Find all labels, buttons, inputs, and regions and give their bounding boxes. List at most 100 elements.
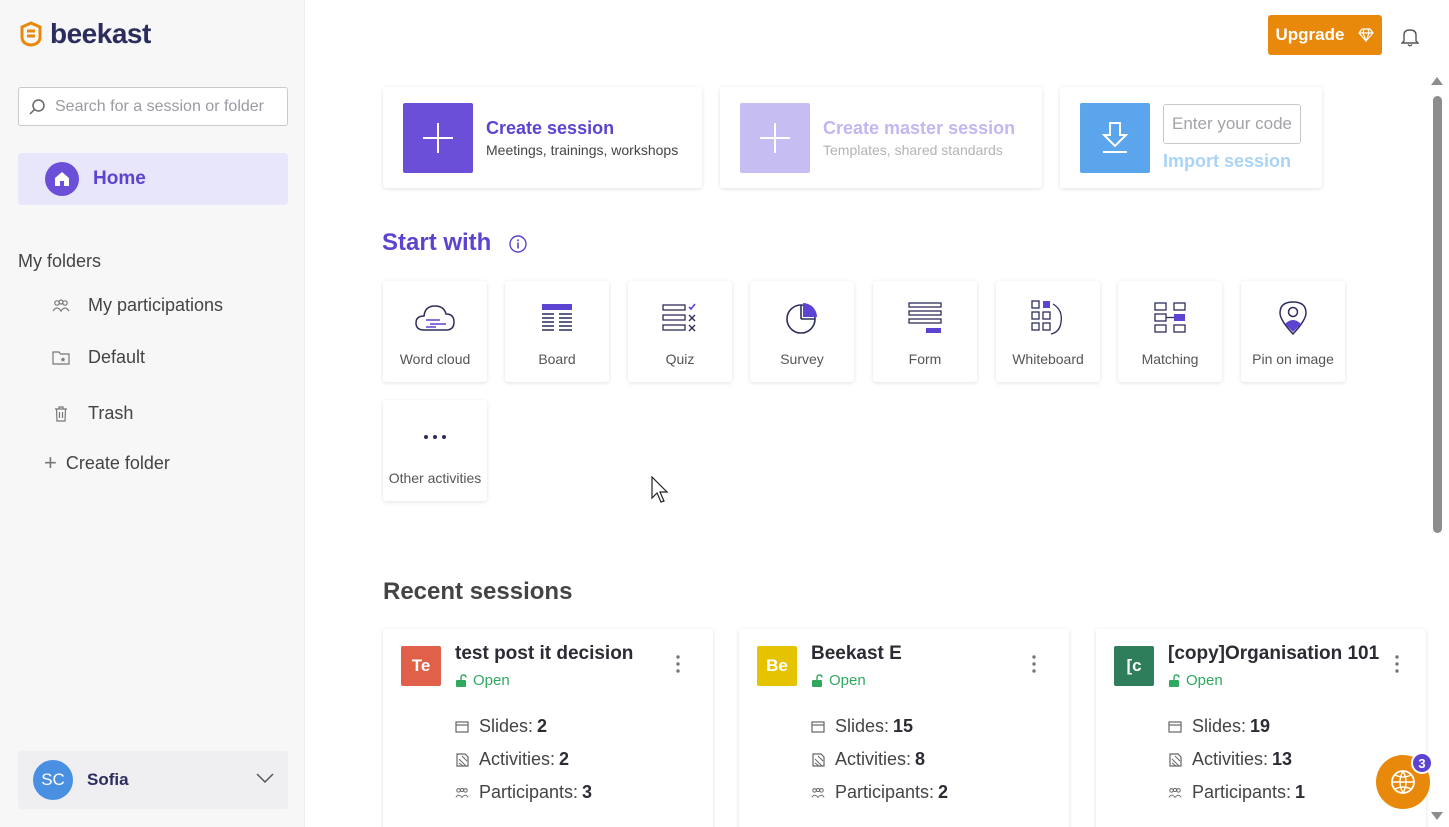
folder-default[interactable]: Default xyxy=(52,347,145,368)
activities-count: 2 xyxy=(559,749,570,769)
beekast-logo[interactable]: beekast xyxy=(18,18,151,50)
folder-label: Trash xyxy=(88,403,134,423)
brand-name: beekast xyxy=(50,18,151,49)
session-search[interactable] xyxy=(18,87,288,126)
slides-icon xyxy=(455,720,469,733)
activity-label: Board xyxy=(538,351,576,367)
session-slides: Slides: 19 xyxy=(1168,716,1270,737)
session-card[interactable]: [c [copy]Organisation 101 Open Slides: 19… xyxy=(1096,629,1426,827)
unlock-icon xyxy=(1169,673,1180,687)
session-activities: Activities: 2 xyxy=(455,749,569,770)
session-status: Open xyxy=(1186,672,1223,689)
my-folders-title: My folders xyxy=(18,251,102,271)
activity-whiteboard[interactable]: Whiteboard xyxy=(996,281,1100,382)
plus-icon xyxy=(740,102,810,173)
word-cloud-icon xyxy=(414,300,456,336)
help-globe-icon xyxy=(1391,770,1415,794)
activities-count: 13 xyxy=(1272,749,1293,769)
session-badge: Te xyxy=(401,646,441,686)
activity-matching[interactable]: Matching xyxy=(1118,281,1222,382)
survey-pie-icon xyxy=(785,300,819,336)
slides-icon xyxy=(1168,720,1182,733)
session-slides: Slides: 15 xyxy=(811,716,913,737)
import-session-button[interactable]: Import session xyxy=(1163,151,1301,172)
activities-icon xyxy=(1168,752,1182,767)
activities-count: 8 xyxy=(915,749,926,769)
session-title: [copy]Organisation 101 xyxy=(1168,643,1380,664)
search-input[interactable] xyxy=(55,97,280,116)
participants-count: 1 xyxy=(1295,782,1306,802)
activity-survey[interactable]: Survey xyxy=(750,281,854,382)
recent-sessions-title: Recent sessions xyxy=(383,578,573,605)
activity-label: Word cloud xyxy=(399,351,471,367)
activity-quiz[interactable]: Quiz xyxy=(628,281,732,382)
home-icon xyxy=(45,162,79,196)
create-session-card[interactable]: Create session Meetings, trainings, work… xyxy=(383,87,702,188)
session-title: test post it decision xyxy=(455,643,634,664)
beekast-logo-icon xyxy=(20,21,42,47)
unlock-icon xyxy=(812,673,823,687)
activity-form[interactable]: Form xyxy=(873,281,977,382)
more-vertical-icon[interactable] xyxy=(1395,655,1399,678)
bell-icon[interactable] xyxy=(1400,27,1420,52)
activity-label: Other activities xyxy=(388,470,482,486)
folder-label: Default xyxy=(88,347,146,367)
form-icon xyxy=(908,300,942,336)
user-menu[interactable]: SC Sofia xyxy=(18,751,288,809)
activity-other[interactable]: Other activities xyxy=(383,400,487,501)
activity-label: Pin on image xyxy=(1252,351,1334,367)
scroll-down-arrow-icon[interactable] xyxy=(1430,811,1444,823)
slides-icon xyxy=(811,720,825,733)
user-name: Sofia xyxy=(87,770,129,789)
scroll-up-arrow-icon[interactable] xyxy=(1430,74,1444,86)
status-badge: Open xyxy=(811,672,866,689)
session-code-input[interactable] xyxy=(1163,103,1301,144)
session-badge: [c xyxy=(1114,646,1154,686)
activity-word-cloud[interactable]: Word cloud xyxy=(383,281,487,382)
activity-board[interactable]: Board xyxy=(505,281,609,382)
session-card[interactable]: Be Beekast E Open Slides: 15 Activities: 8… xyxy=(739,629,1069,827)
avatar: SC xyxy=(33,760,73,800)
folder-trash[interactable]: Trash xyxy=(52,403,133,424)
notification-count-badge: 3 xyxy=(1411,752,1433,774)
create-folder-label: Create folder xyxy=(65,452,170,473)
session-participants: Participants: 3 xyxy=(455,782,592,803)
more-vertical-icon[interactable] xyxy=(676,655,680,678)
more-vertical-icon[interactable] xyxy=(1032,655,1036,678)
status-badge: Open xyxy=(1168,672,1223,689)
scrollbar-thumb[interactable] xyxy=(1433,96,1442,533)
activities-icon xyxy=(455,752,469,767)
trash-icon xyxy=(52,405,70,422)
whiteboard-icon xyxy=(1031,300,1065,336)
info-icon[interactable] xyxy=(509,235,527,258)
sidebar: beekast Home My folders My participation… xyxy=(0,0,305,827)
participants-icon xyxy=(455,787,469,799)
unlock-icon xyxy=(456,673,467,687)
upgrade-label: Upgrade xyxy=(1275,25,1345,44)
session-status: Open xyxy=(473,672,510,689)
session-activities: Activities: 13 xyxy=(1168,749,1292,770)
matching-icon xyxy=(1154,300,1186,336)
activity-label: Whiteboard xyxy=(1012,351,1084,367)
mouse-cursor-icon xyxy=(651,476,669,503)
session-badge: Be xyxy=(757,646,797,686)
activity-pin-on-image[interactable]: Pin on image xyxy=(1241,281,1345,382)
create-master-session-card[interactable]: Create master session Templates, shared … xyxy=(720,87,1042,188)
session-card[interactable]: Te test post it decision Open Slides: 2 A… xyxy=(383,629,713,827)
folder-star-icon xyxy=(52,350,70,365)
session-slides: Slides: 2 xyxy=(455,716,547,737)
start-with-title: Start with xyxy=(382,229,492,256)
status-badge: Open xyxy=(455,672,510,689)
session-status: Open xyxy=(829,672,866,689)
nav-home[interactable]: Home xyxy=(18,153,288,205)
create-master-session-subtitle: Templates, shared standards xyxy=(823,141,1003,158)
upgrade-button[interactable]: Upgrade xyxy=(1268,15,1382,55)
participants-count: 3 xyxy=(582,782,593,802)
download-icon xyxy=(1080,102,1150,173)
session-participants: Participants: 2 xyxy=(811,782,948,803)
plus-icon: + xyxy=(44,450,57,475)
create-folder-button[interactable]: + Create folder xyxy=(44,452,170,474)
plus-icon xyxy=(403,102,473,173)
folder-my-participations[interactable]: My participations xyxy=(52,295,223,316)
quiz-icon xyxy=(662,300,698,336)
